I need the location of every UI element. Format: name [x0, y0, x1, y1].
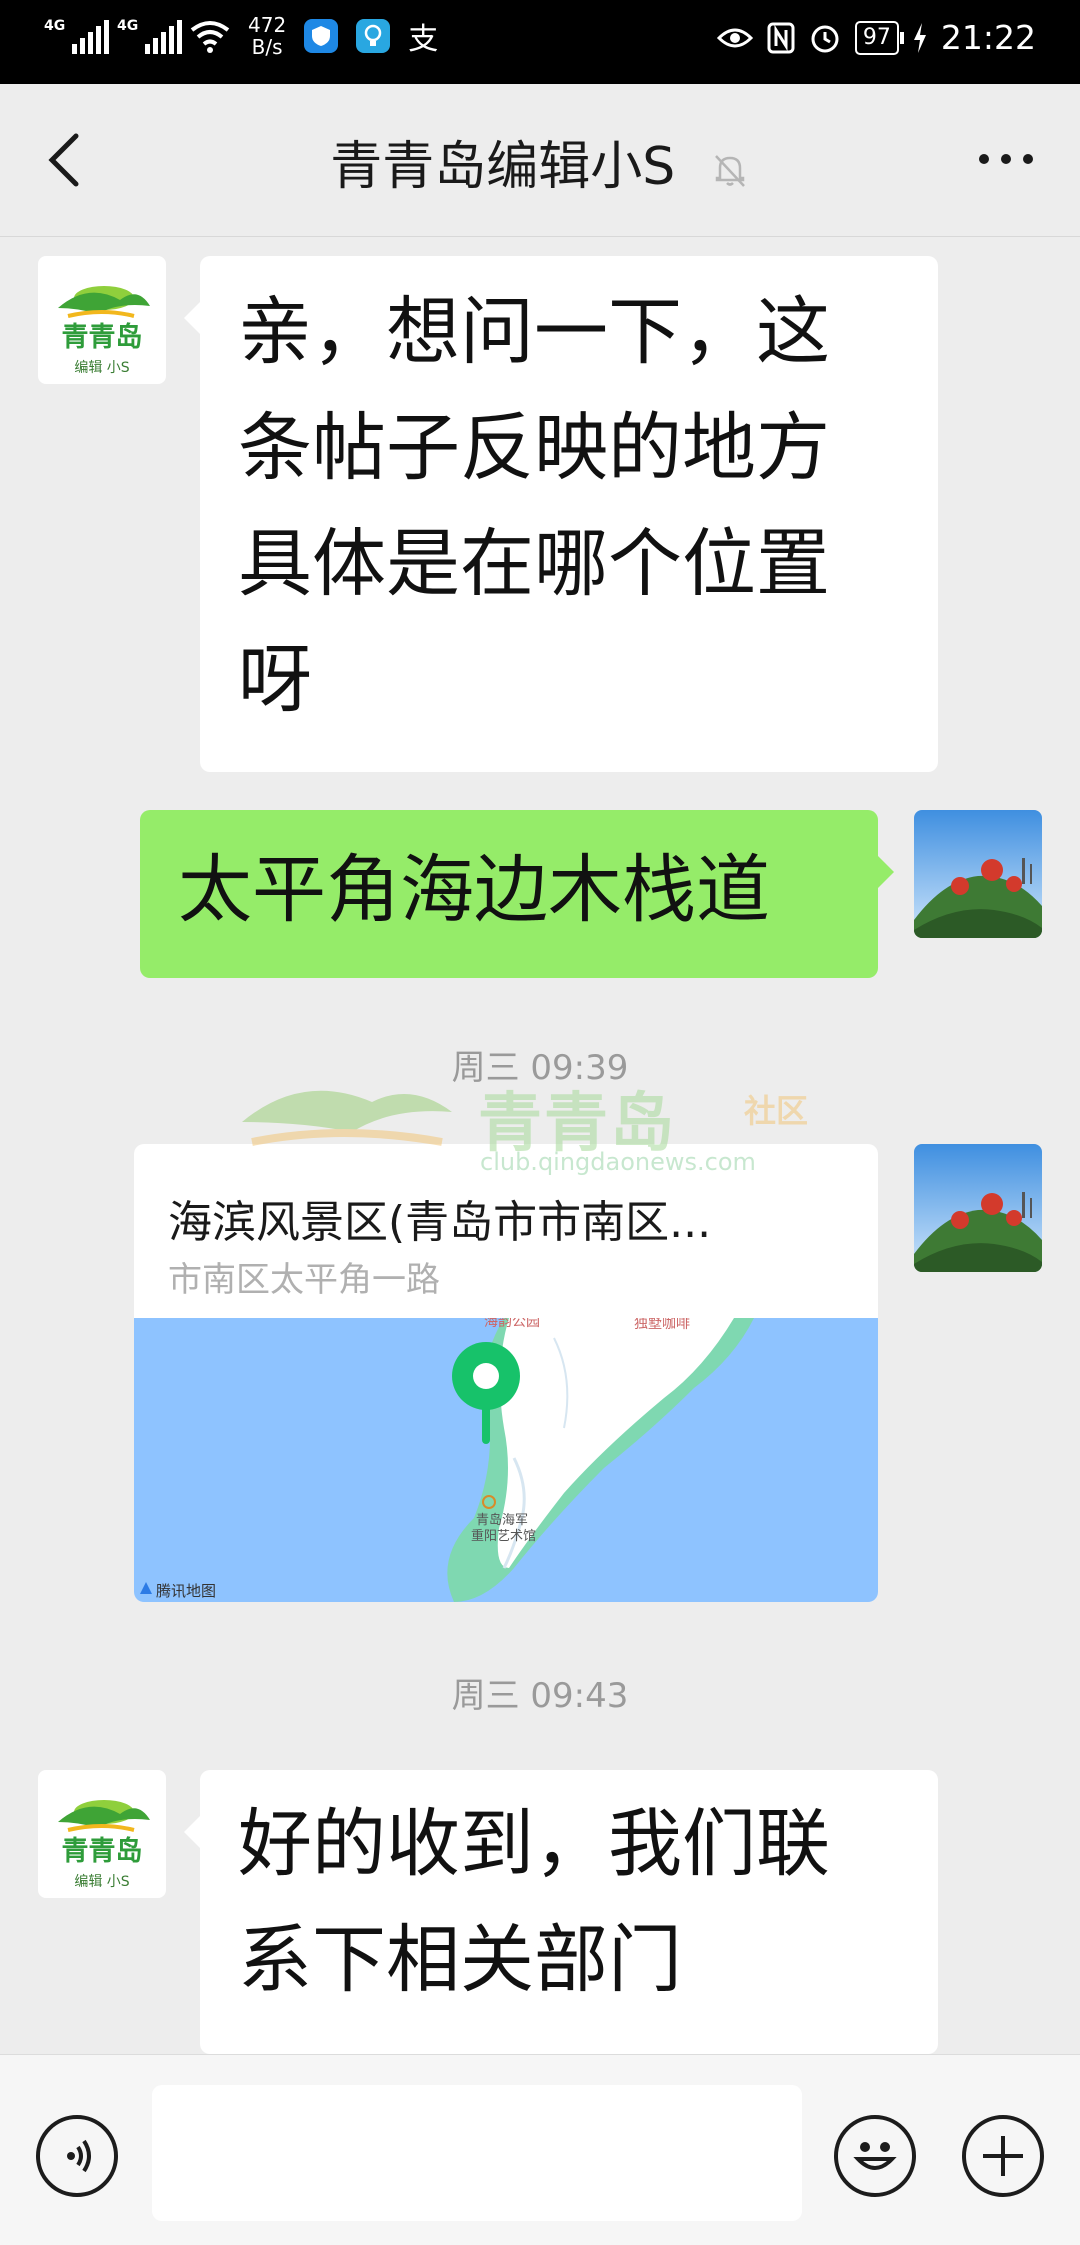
more-functions-button[interactable] — [962, 2115, 1044, 2197]
status-bar: 4G 4G 472 B/s 支 97 21:22 — [0, 0, 1080, 84]
charging-icon — [913, 22, 926, 53]
contact-avatar[interactable]: 青青岛 编辑 小S — [38, 1770, 166, 1898]
message-input[interactable] — [152, 2085, 802, 2221]
hilltop-photo-icon — [914, 810, 1042, 938]
my-avatar[interactable] — [914, 1144, 1042, 1272]
svg-text:腾讯地图: 腾讯地图 — [156, 1582, 216, 1600]
received-message-bubble[interactable]: 好的收到，我们联 系下相关部门 — [184, 1770, 938, 2054]
map-label: 重阳艺术馆 — [471, 1528, 536, 1544]
chat-header: 青青岛编辑小S — [0, 84, 1080, 237]
map-label: 青岛海军 — [476, 1512, 528, 1528]
location-message-card[interactable]: 海滨风景区(青岛市市南区... 市南区太平角一路 海韵公园 独墅咖啡 青岛海军 … — [134, 1144, 878, 1602]
bulb-icon — [356, 19, 391, 53]
message-text: 太平角海边木栈道 — [178, 847, 770, 933]
timestamp: 周三 09:43 — [451, 1676, 629, 1716]
watermark: 青青岛 社区 club.qingdaonews.com — [232, 1062, 852, 1182]
voice-icon — [67, 2139, 91, 2173]
network-type-label-2: 4G — [117, 18, 139, 34]
eye-icon — [716, 28, 753, 47]
chat-title: 青青岛编辑小S — [330, 137, 676, 197]
cellular-signal-icon: 4G — [44, 18, 109, 54]
location-address: 市南区太平角一路 — [168, 1260, 440, 1300]
chat-title-wrap: 青青岛编辑小S — [0, 124, 1080, 199]
wifi-icon — [190, 21, 230, 53]
watermark-url: club.qingdaonews.com — [480, 1148, 756, 1176]
watermark-logo-icon — [242, 1090, 452, 1146]
received-message-bubble[interactable]: 亲，想问一下，这 条帖子反映的地方 具体是在哪个位置 呀 — [184, 256, 938, 772]
input-bar — [0, 2054, 1080, 2245]
svg-text:青青岛: 青青岛 — [62, 321, 143, 353]
my-avatar[interactable] — [914, 810, 1042, 938]
svg-text:编辑 小S: 编辑 小S — [74, 1874, 129, 1890]
nfc-icon — [767, 22, 795, 53]
message-text: 亲，想问一下，这 条帖子反映的地方 具体是在哪个位置 呀 — [238, 289, 830, 723]
battery-icon: 97 — [854, 20, 904, 55]
qingqingdao-logo-icon: 青青岛 编辑 小S — [58, 1800, 150, 1890]
svg-text:编辑 小S: 编辑 小S — [74, 360, 129, 376]
qingqingdao-logo-icon: 青青岛 编辑 小S — [58, 286, 150, 376]
watermark-suffix: 社区 — [744, 1092, 809, 1130]
message-text: 好的收到，我们联 系下相关部门 — [238, 1801, 830, 2003]
network-type-label: 4G — [44, 18, 66, 34]
map-preview[interactable]: 海韵公园 独墅咖啡 青岛海军 重阳艺术馆 腾讯地图 — [134, 1318, 878, 1602]
clock: 21:22 — [940, 18, 1036, 57]
sent-message-bubble[interactable]: 太平角海边木栈道 — [140, 810, 894, 978]
plus-icon — [983, 2136, 1023, 2176]
voice-input-button[interactable] — [36, 2115, 118, 2197]
network-speed: 472 B/s — [248, 13, 287, 59]
more-options-icon[interactable] — [976, 144, 1036, 174]
map-label: 海韵公园 — [484, 1318, 540, 1330]
shield-icon — [304, 19, 339, 53]
location-name: 海滨风景区(青岛市市南区... — [168, 1197, 712, 1248]
map-label: 独墅咖啡 — [634, 1318, 690, 1332]
contact-avatar[interactable]: 青青岛 编辑 小S — [38, 256, 166, 384]
cellular-signal-icon-2: 4G — [117, 18, 182, 54]
hilltop-photo-icon — [914, 1144, 1042, 1272]
emoji-button[interactable] — [834, 2115, 916, 2197]
alarm-icon — [811, 25, 839, 52]
emoji-icon — [853, 2142, 897, 2170]
muted-bell-icon — [714, 155, 745, 187]
svg-text:青青岛: 青青岛 — [62, 1835, 143, 1867]
alipay-icon: 支 — [408, 22, 439, 57]
